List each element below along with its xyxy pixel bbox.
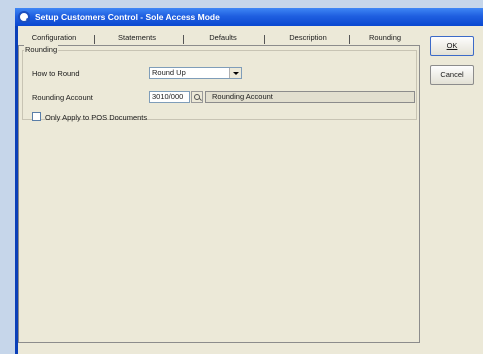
ok-button-label: OK: [446, 41, 458, 50]
cancel-button[interactable]: Cancel: [430, 65, 474, 85]
chevron-down-icon[interactable]: [229, 68, 241, 78]
tab-description[interactable]: Description: [277, 31, 339, 45]
rounding-account-description: Rounding Account: [205, 91, 415, 103]
how-to-round-select[interactable]: Round Up: [149, 67, 242, 79]
how-to-round-label: How to Round: [32, 69, 80, 78]
rounding-group: [22, 50, 417, 120]
search-icon[interactable]: [191, 91, 203, 103]
tab-separator: [94, 35, 95, 44]
pos-only-checkbox[interactable]: [32, 112, 41, 121]
window-title: Setup Customers Control - Sole Access Mo…: [35, 12, 220, 22]
tab-separator: [349, 35, 350, 44]
app-icon: [18, 11, 30, 23]
tab-strip: Configuration Statements Defaults Descri…: [25, 31, 420, 45]
tab-separator: [264, 35, 265, 44]
pos-only-label: Only Apply to POS Documents: [45, 113, 148, 122]
how-to-round-value: Round Up: [152, 68, 186, 77]
tab-rounding[interactable]: Rounding: [355, 31, 415, 45]
rounding-group-label: Rounding: [24, 45, 59, 54]
title-bar: Setup Customers Control - Sole Access Mo…: [15, 8, 483, 26]
tab-defaults[interactable]: Defaults: [195, 31, 251, 45]
rounding-account-label: Rounding Account: [32, 93, 93, 102]
rounding-account-input[interactable]: 3010/000: [149, 91, 190, 103]
tab-statements[interactable]: Statements: [105, 31, 169, 45]
tab-separator: [183, 35, 184, 44]
ok-button[interactable]: OK: [430, 36, 474, 56]
tab-configuration[interactable]: Configuration: [25, 31, 83, 45]
